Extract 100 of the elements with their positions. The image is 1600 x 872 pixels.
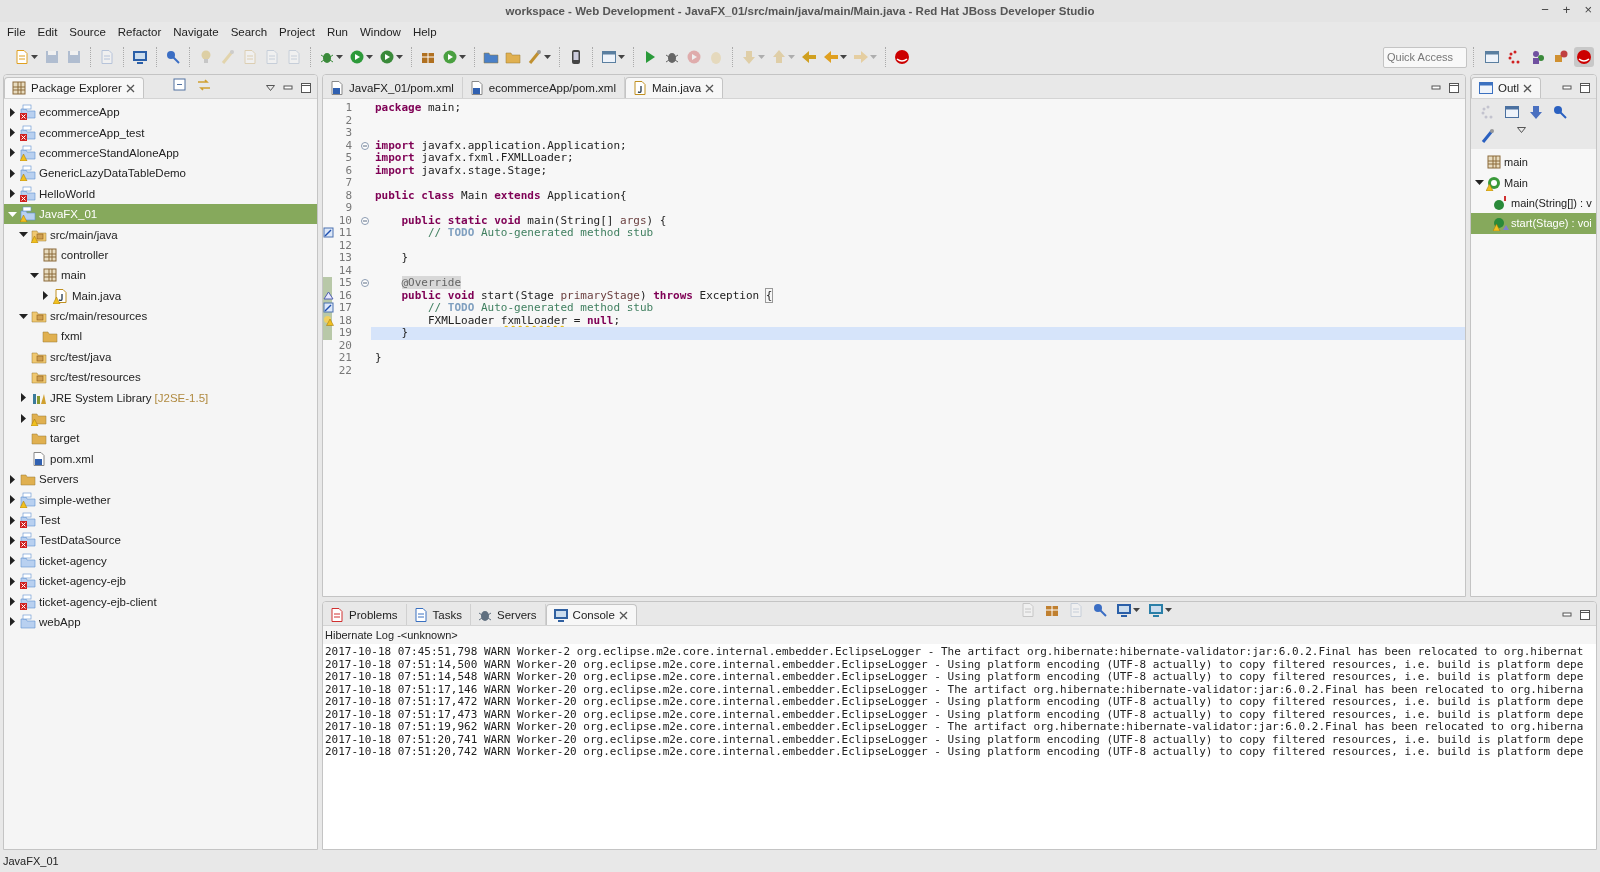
tab[interactable]: ecommerceApp/pom.xml: [462, 77, 625, 98]
collapsed-arrow-icon[interactable]: [8, 474, 17, 484]
dropdown-caret-icon[interactable]: [336, 55, 343, 59]
minimize-icon[interactable]: [283, 83, 293, 93]
tree-item[interactable]: controller: [4, 244, 317, 266]
tab[interactable]: Console: [545, 604, 637, 625]
dropdown-caret-icon[interactable]: [618, 55, 625, 59]
maximize-icon[interactable]: [1580, 83, 1590, 93]
tab[interactable]: Servers: [471, 604, 546, 625]
minimize-icon[interactable]: [1431, 83, 1441, 93]
expanded-arrow-icon[interactable]: [30, 270, 39, 280]
tree-item[interactable]: src/test/resources: [4, 367, 317, 388]
close-icon[interactable]: [618, 610, 628, 620]
toolbar-button[interactable]: [1146, 602, 1175, 620]
tree-item[interactable]: Test: [4, 509, 317, 531]
expanded-arrow-icon[interactable]: [19, 311, 28, 321]
minimize-icon[interactable]: [1562, 83, 1572, 93]
tab[interactable]: Package Explorer: [4, 77, 144, 98]
menu-item[interactable]: Source: [64, 24, 113, 40]
toolbar-button[interactable]: [1114, 602, 1143, 620]
tree-item[interactable]: simple-wether: [4, 489, 317, 510]
collapsed-arrow-icon[interactable]: [8, 617, 17, 627]
tab[interactable]: Tasks: [406, 604, 471, 625]
tree-item[interactable]: main: [1471, 152, 1596, 173]
close-icon[interactable]: [125, 83, 135, 93]
window-control-button[interactable]: ×: [1582, 2, 1594, 17]
quick-access-field[interactable]: Quick Access: [1383, 46, 1467, 68]
fold-icon[interactable]: [361, 279, 369, 288]
tree-item[interactable]: HelloWorld: [4, 183, 317, 204]
maximize-icon[interactable]: [301, 83, 311, 93]
collapsed-arrow-icon[interactable]: [19, 393, 28, 403]
minimize-icon[interactable]: [1562, 610, 1572, 620]
tree-item[interactable]: JRE System Library [J2SE-1.5]: [4, 387, 317, 408]
dropdown-caret-icon[interactable]: [840, 55, 847, 59]
fold-icon[interactable]: [361, 216, 369, 225]
menu-item[interactable]: Search: [225, 24, 275, 40]
menu-item[interactable]: Project: [274, 24, 322, 40]
tree-item[interactable]: GenericLazyDataTableDemo: [4, 163, 317, 184]
tree-item[interactable]: ticket-agency: [4, 550, 317, 571]
dropdown-caret-icon[interactable]: [1165, 608, 1173, 612]
expanded-arrow-icon[interactable]: [19, 230, 28, 240]
window-control-button[interactable]: −: [1539, 2, 1551, 17]
collapsed-arrow-icon[interactable]: [8, 168, 17, 178]
dropdown-caret-icon[interactable]: [544, 55, 551, 59]
dropdown-caret-icon[interactable]: [31, 55, 38, 59]
collapsed-arrow-icon[interactable]: [8, 189, 17, 199]
window-control-button[interactable]: +: [1560, 2, 1573, 17]
tree-item[interactable]: src/test/java: [4, 346, 317, 368]
tab[interactable]: Outl: [1471, 77, 1542, 98]
dropdown-caret-icon[interactable]: [366, 55, 373, 59]
menu-item[interactable]: Window: [355, 24, 408, 40]
toolbar-button[interactable]: [892, 47, 912, 67]
collapsed-arrow-icon[interactable]: [8, 107, 17, 117]
menu-item[interactable]: Edit: [32, 24, 65, 40]
tree-item[interactable]: target: [4, 428, 317, 449]
perspective-button[interactable]: [1574, 47, 1594, 67]
collapsed-arrow-icon[interactable]: [8, 495, 17, 505]
menu-item[interactable]: Navigate: [168, 24, 226, 40]
close-icon[interactable]: [705, 83, 715, 93]
tree-item[interactable]: main(String[]) : v: [1471, 192, 1596, 214]
menu-item[interactable]: Refactor: [112, 24, 169, 40]
collapsed-arrow-icon[interactable]: [8, 515, 17, 525]
tree-item[interactable]: Main: [1471, 172, 1596, 193]
tab[interactable]: JavaFX_01/pom.xml: [323, 77, 463, 98]
collapsed-arrow-icon[interactable]: [41, 291, 50, 301]
menu-item[interactable]: Run: [321, 24, 355, 40]
dropdown-caret-icon[interactable]: [396, 55, 403, 59]
maximize-icon[interactable]: [1449, 83, 1459, 93]
collapse-all-icon[interactable]: [171, 77, 188, 93]
tree-item[interactable]: pom.xml: [4, 448, 317, 470]
tree-item[interactable]: src/main/java: [4, 224, 317, 245]
tree-item[interactable]: webApp: [4, 611, 317, 633]
tree-item[interactable]: ecommerceApp: [4, 102, 317, 123]
tree-item[interactable]: src/main/resources: [4, 305, 317, 327]
collapsed-arrow-icon[interactable]: [19, 413, 28, 423]
view-menu-icon[interactable]: [266, 85, 275, 91]
tree-item[interactable]: Servers: [4, 469, 317, 490]
tab[interactable]: Main.java: [625, 77, 724, 98]
dropdown-caret-icon[interactable]: [1133, 608, 1141, 612]
tree-item[interactable]: ecommerceStandAloneApp: [4, 142, 317, 164]
collapsed-arrow-icon[interactable]: [8, 556, 17, 566]
collapsed-arrow-icon[interactable]: [8, 576, 17, 586]
tab[interactable]: Problems: [323, 604, 407, 625]
tree-item[interactable]: ticket-agency-ejb: [4, 571, 317, 592]
collapsed-arrow-icon[interactable]: [8, 148, 17, 158]
tree-item[interactable]: main: [4, 265, 317, 286]
menu-item[interactable]: File: [2, 24, 33, 40]
tree-item[interactable]: fxml: [4, 326, 317, 347]
tree-item[interactable]: TestDataSource: [4, 530, 317, 551]
tree-item[interactable]: src: [4, 407, 317, 429]
collapsed-arrow-icon[interactable]: [8, 597, 17, 607]
collapsed-arrow-icon[interactable]: [8, 128, 17, 138]
tree-item[interactable]: ticket-agency-ejb-client: [4, 591, 317, 612]
collapsed-arrow-icon[interactable]: [8, 535, 17, 545]
tree-item[interactable]: Main.java: [4, 285, 317, 306]
expanded-arrow-icon[interactable]: [1475, 178, 1484, 188]
menu-item[interactable]: Help: [407, 24, 444, 40]
dropdown-caret-icon[interactable]: [459, 55, 466, 59]
maximize-icon[interactable]: [1580, 610, 1590, 620]
tree-item[interactable]: ecommerceApp_test: [4, 122, 317, 143]
